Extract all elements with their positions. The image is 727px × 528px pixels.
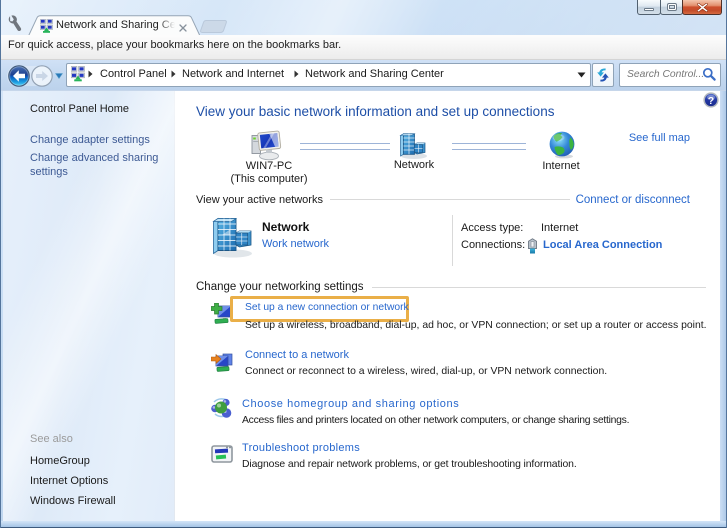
svg-text:?: ? [708,95,714,107]
